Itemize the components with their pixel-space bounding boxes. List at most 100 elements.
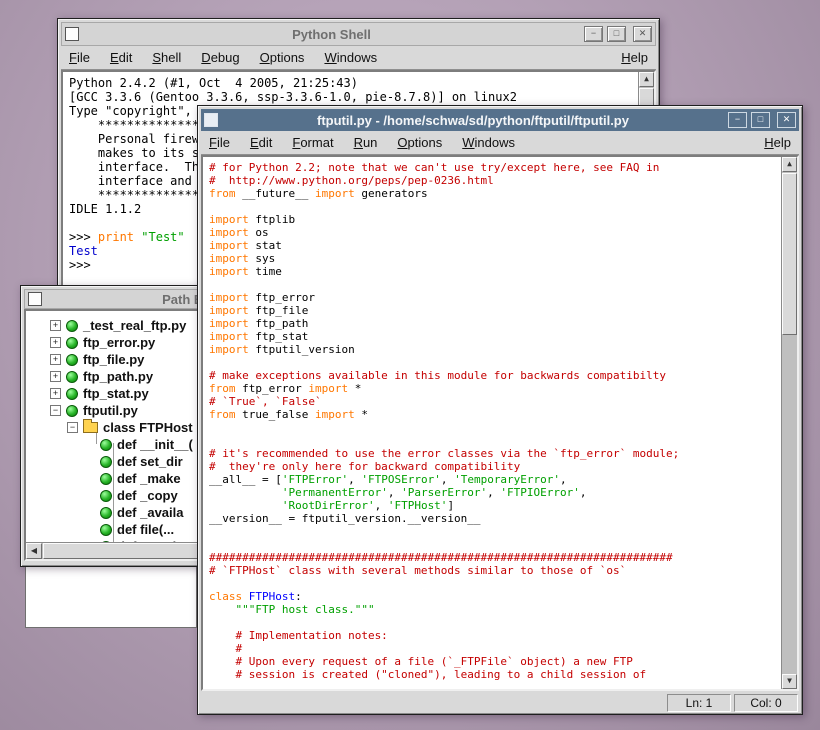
editor-text-area[interactable]: # for Python 2.2; note that we can't use… — [201, 155, 799, 691]
text-line: import sys — [209, 252, 782, 265]
text-line: from true_false import * — [209, 408, 782, 421]
text-line: # Implementation notes: — [209, 629, 782, 642]
python-file-icon — [100, 456, 112, 468]
text-line — [209, 616, 782, 629]
menu-options[interactable]: Options — [260, 50, 305, 65]
python-file-icon — [100, 490, 112, 502]
menu-options[interactable]: Options — [397, 135, 442, 150]
tree-item-label: ftp_file.py — [83, 352, 144, 367]
menu-windows[interactable]: Windows — [462, 135, 515, 150]
menu-edit[interactable]: Edit — [250, 135, 272, 150]
scrollbar-thumb[interactable] — [782, 173, 797, 335]
text-line: # `FTPHost` class with several methods s… — [209, 564, 782, 577]
menu-format[interactable]: Format — [292, 135, 333, 150]
python-file-icon — [66, 405, 78, 417]
window-icon — [65, 27, 79, 41]
maximize-icon[interactable]: □ — [751, 112, 770, 128]
editor-vertical-scrollbar[interactable]: ▲ ▼ — [781, 157, 797, 689]
shell-menubar: File Edit Shell Debug Options Windows Help — [61, 46, 656, 70]
python-file-icon — [66, 337, 78, 349]
editor-window-title: ftputil.py - /home/schwa/sd/python/ftput… — [222, 113, 724, 128]
text-line: import ftplib — [209, 213, 782, 226]
minimize-icon[interactable]: − — [728, 112, 747, 128]
tree-item-label: def set_dir — [117, 454, 183, 469]
text-line: import ftputil_version — [209, 343, 782, 356]
tree-item-label: ftp_error.py — [83, 335, 155, 350]
tree-item-label: def _availa — [117, 505, 184, 520]
text-line — [209, 577, 782, 590]
tree-item-label: def _copy — [117, 488, 178, 503]
collapse-icon[interactable]: − — [67, 422, 78, 433]
scroll-down-icon[interactable]: ▼ — [782, 674, 797, 689]
text-line: 'RootDirError', 'FTPHost'] — [209, 499, 782, 512]
python-file-icon — [100, 524, 112, 536]
folder-icon — [83, 422, 98, 433]
expand-icon[interactable]: + — [50, 320, 61, 331]
expand-icon[interactable]: + — [50, 337, 61, 348]
tree-item-label: def _make — [117, 471, 181, 486]
text-line: # make exceptions available in this modu… — [209, 369, 782, 382]
text-line: # they're only here for backward compati… — [209, 460, 782, 473]
tree-item-label: ftputil.py — [83, 403, 138, 418]
minimize-icon[interactable]: − — [584, 26, 603, 42]
text-line: # Upon every request of a file (`_FTPFil… — [209, 655, 782, 668]
close-icon[interactable]: ✕ — [777, 112, 796, 128]
text-line: Python 2.4.2 (#1, Oct 4 2005, 21:25:43) — [69, 76, 639, 90]
window-icon — [28, 292, 42, 306]
text-line — [209, 525, 782, 538]
text-line: from __future__ import generators — [209, 187, 782, 200]
tree-connector — [113, 443, 114, 543]
menu-file[interactable]: File — [209, 135, 230, 150]
menu-file[interactable]: File — [69, 50, 90, 65]
text-line: import os — [209, 226, 782, 239]
text-line: # http://www.python.org/peps/pep-0236.ht… — [209, 174, 782, 187]
menu-debug[interactable]: Debug — [201, 50, 239, 65]
python-file-icon — [100, 507, 112, 519]
scroll-up-icon[interactable]: ▲ — [639, 72, 654, 87]
shell-window-title: Python Shell — [83, 27, 580, 42]
expand-icon[interactable]: + — [50, 388, 61, 399]
text-line — [209, 278, 782, 291]
scroll-left-icon[interactable]: ◀ — [26, 543, 42, 559]
shell-titlebar[interactable]: Python Shell − □ ✕ — [61, 22, 656, 46]
menu-help[interactable]: Help — [764, 135, 791, 150]
python-file-icon — [66, 320, 78, 332]
text-line: import ftp_error — [209, 291, 782, 304]
maximize-icon[interactable]: □ — [607, 26, 626, 42]
text-line — [209, 538, 782, 551]
tree-item-label: def __init__( — [117, 437, 193, 452]
text-line: import ftp_stat — [209, 330, 782, 343]
text-line — [209, 434, 782, 447]
text-line: class FTPHost: — [209, 590, 782, 603]
text-line — [209, 200, 782, 213]
tree-item-label: def file(... — [117, 522, 174, 537]
editor-menubar: File Edit Format Run Options Windows Help — [201, 131, 799, 155]
editor-window: ftputil.py - /home/schwa/sd/python/ftput… — [197, 105, 803, 715]
text-line: [GCC 3.3.6 (Gentoo 3.3.6, ssp-3.3.6-1.0,… — [69, 90, 639, 104]
python-file-icon — [66, 388, 78, 400]
editor-titlebar[interactable]: ftputil.py - /home/schwa/sd/python/ftput… — [201, 109, 799, 131]
menu-edit[interactable]: Edit — [110, 50, 132, 65]
text-line: import time — [209, 265, 782, 278]
tree-item-label: ftp_path.py — [83, 369, 153, 384]
text-line: # `True`, `False` — [209, 395, 782, 408]
text-line: # for Python 2.2; note that we can't use… — [209, 161, 782, 174]
menu-help[interactable]: Help — [621, 50, 648, 65]
python-file-icon — [100, 473, 112, 485]
editor-code: # for Python 2.2; note that we can't use… — [203, 157, 782, 689]
status-column-indicator: Col: 0 — [734, 694, 798, 712]
text-line: 'PermanentError', 'ParserError', 'FTPIOE… — [209, 486, 782, 499]
scroll-up-icon[interactable]: ▲ — [782, 157, 797, 172]
menu-windows[interactable]: Windows — [324, 50, 377, 65]
text-line: from ftp_error import * — [209, 382, 782, 395]
collapse-icon[interactable]: − — [50, 405, 61, 416]
status-line-indicator: Ln: 1 — [667, 694, 731, 712]
close-icon[interactable]: ✕ — [633, 26, 652, 42]
expand-icon[interactable]: + — [50, 354, 61, 365]
python-file-icon — [66, 354, 78, 366]
tree-item-label: _test_real_ftp.py — [83, 318, 186, 333]
menu-run[interactable]: Run — [354, 135, 378, 150]
menu-shell[interactable]: Shell — [152, 50, 181, 65]
expand-icon[interactable]: + — [50, 371, 61, 382]
text-line: import stat — [209, 239, 782, 252]
